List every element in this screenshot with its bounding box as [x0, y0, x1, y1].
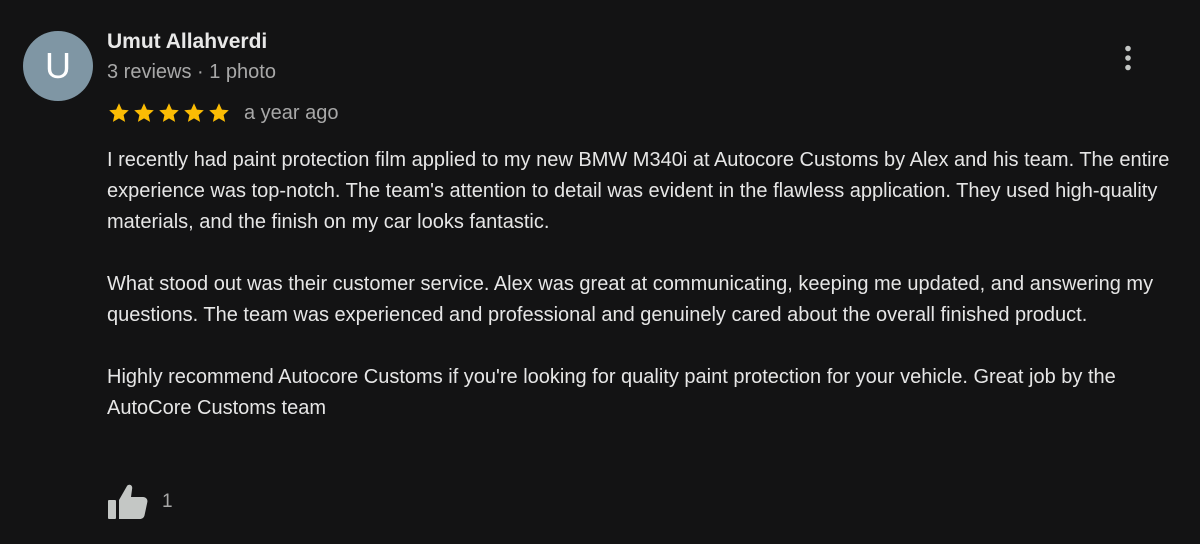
avatar-initial: U [45, 45, 71, 86]
more-options-button[interactable] [1108, 38, 1148, 78]
star-icon [209, 103, 229, 122]
author-name[interactable]: Umut Allahverdi [107, 30, 267, 54]
star-icon [109, 103, 129, 122]
thumbs-up-icon [108, 484, 148, 519]
like-button[interactable]: 1 [104, 482, 173, 522]
review-paragraph: Highly recommend Autocore Customs if you… [107, 366, 1116, 419]
author-meta: 3 reviews · 1 photo [107, 61, 276, 83]
star-icon [184, 103, 204, 122]
rating-row: a year ago [107, 99, 339, 127]
like-count: 1 [162, 491, 173, 512]
star-icon [159, 103, 179, 122]
star-icon [134, 103, 154, 122]
review-date: a year ago [244, 101, 339, 124]
review-paragraph: I recently had paint protection film app… [107, 149, 1170, 233]
review-text: I recently had paint protection film app… [107, 145, 1187, 424]
review-card: U Umut Allahverdi 3 reviews · 1 photo a … [0, 0, 1200, 544]
vertical-dots-icon [1125, 45, 1131, 71]
star-rating [107, 101, 231, 125]
review-paragraph: What stood out was their customer servic… [107, 273, 1154, 326]
avatar[interactable]: U [23, 31, 93, 101]
